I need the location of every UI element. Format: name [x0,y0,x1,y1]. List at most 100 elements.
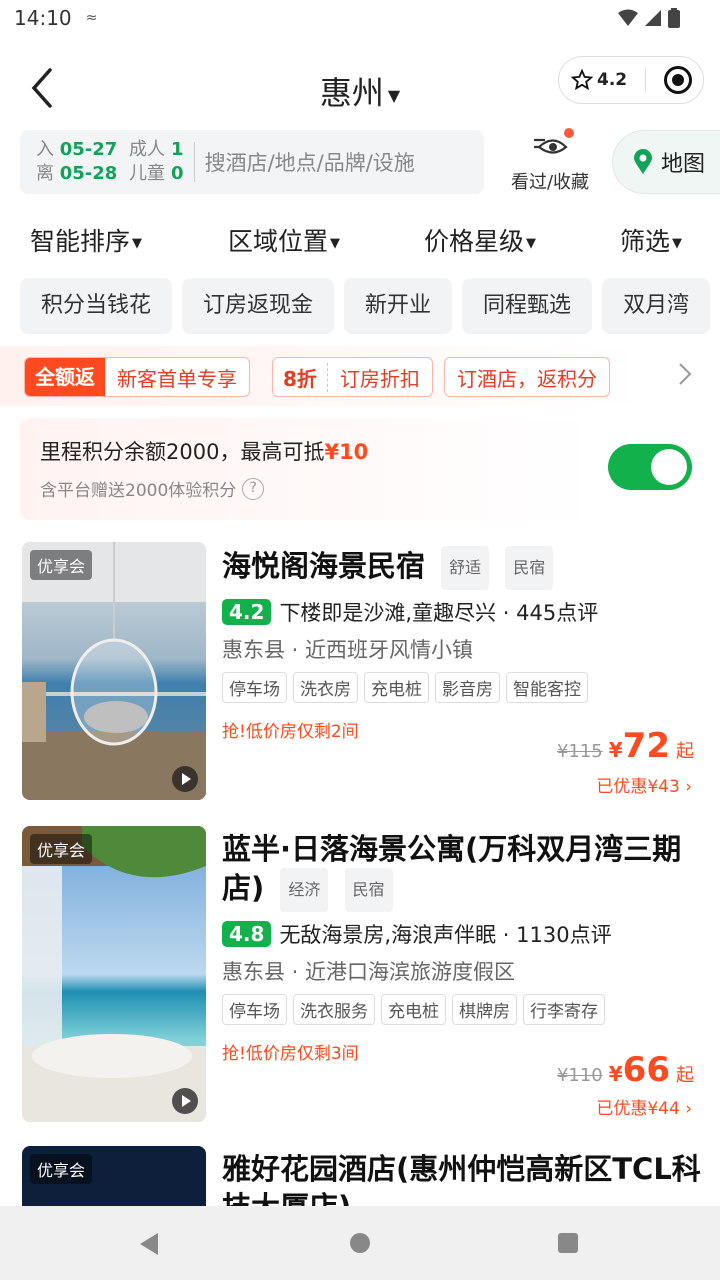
currency-symbol: ¥ [608,738,623,762]
amenity-list: 停车场 洗衣服务 充电桩 棋牌房 行李寄存 [222,994,702,1025]
caret-down-icon: ▼ [672,235,683,251]
amenity-tag: 停车场 [222,672,287,703]
hotel-info: 蓝半·日落海景公寓(万科双月湾三期店) 经济 民宿 4.8 无敌海景房,海浪声伴… [222,830,702,1064]
points-note: 含平台赠送2000体验积分? [40,476,265,501]
score-badge: 4.2 [222,599,272,625]
points-amount: ¥10 [324,440,369,464]
points-card: 里程积分余额2000，最高可抵¥10 含平台赠送2000体验积分? [20,418,700,520]
hotel-info: 雅好花园酒店(惠州仲恺高新区TCL科技大厦店) [222,1150,702,1206]
hotel-name-line: 蓝半·日落海景公寓(万科双月湾三期店) 经济 民宿 [222,830,702,912]
hotel-name: 海悦阁海景民宿 [222,549,426,583]
date-guest-selector[interactable]: 入 05-27 成人 1 离 05-28 儿童 0 [20,138,184,186]
vip-badge: 优享会 [30,1154,93,1184]
status-extra-icon: ≈ [85,10,98,26]
promo-points[interactable]: 订酒店，返积分 [444,357,610,397]
promo-full-refund-text: 新客首单专享 [117,366,237,391]
sort-smart[interactable]: 智能排序 ▼ [30,222,142,258]
promo-discount-text: 订房折扣 [339,366,420,391]
amenity-tag: 停车场 [222,994,287,1025]
sort-filter-label: 筛选 [620,227,671,256]
review-summary: 下楼即是沙滩,童趣尽兴 · 445点评 [279,601,599,625]
hotel-photo[interactable]: 优享会 [22,542,206,800]
hotel-location: 惠东县 · 近港口海滨旅游度假区 [222,960,516,984]
capsule-divider [645,68,647,92]
promo-full-refund-tag: 全额返 [25,358,105,396]
nav-back-icon[interactable] [138,1232,160,1256]
points-toggle[interactable] [608,444,692,490]
map-button[interactable]: 地图 [612,130,720,194]
target-icon[interactable] [664,66,693,94]
amenity-tag: 棋牌房 [452,994,517,1025]
wifi-icon [618,9,638,26]
sort-bar: 智能排序 ▼ 区域位置 ▼ 价格星级 ▼ 筛选 ▼ [0,214,720,266]
help-icon[interactable]: ? [242,477,265,500]
vip-badge: 优享会 [30,550,93,580]
sort-smart-label: 智能排序 [30,227,131,256]
price-from-label: 起 [676,741,694,762]
location-pin-icon [634,149,652,174]
price-from-label: 起 [676,1065,694,1086]
discount-link[interactable]: 已优惠¥43 › [596,772,692,797]
hotel-photo[interactable]: 优享会 [22,1146,206,1206]
price-value: 66 [622,1050,670,1090]
nav-recents-icon[interactable] [557,1232,579,1254]
adults-count: 1 [171,139,184,160]
points-balance-text: 里程积分余额2000，最高可抵 [40,440,325,464]
status-time: 14:10 [14,6,72,30]
sort-price-star[interactable]: 价格星级 ▼ [424,222,536,258]
sort-area-label: 区域位置 [228,227,329,256]
promo-points-text: 订酒店，返积分 [457,366,597,391]
chevron-right-icon[interactable] [678,362,692,386]
battery-icon [668,8,680,28]
chevron-right-icon: › [685,777,692,797]
points-note-text: 含平台赠送2000体验积分 [40,481,237,501]
hotel-image-balcony [22,542,206,800]
chip-points[interactable]: 积分当钱花 [20,278,173,334]
discount-link[interactable]: 已优惠¥44 › [596,1094,692,1119]
children-label: 儿童 [129,163,166,184]
current-price: ¥66 [609,1050,670,1090]
header: 惠州 ▼ 4.2 [0,52,720,124]
hotel-location: 惠东县 · 近西班牙风情小镇 [222,638,474,662]
search-box[interactable]: 入 05-27 成人 1 离 05-28 儿童 0 搜酒店/地点/品牌/设施 [20,130,484,194]
rating-line: 4.8 无敌海景房,海浪声伴眠 · 1130点评 [222,918,702,950]
amenity-tag: 充电桩 [381,994,446,1025]
chip-shuangyuewan[interactable]: 双月湾 [602,278,711,334]
hotel-name: 雅好花园酒店(惠州仲恺高新区TCL科技大厦店) [222,1152,701,1206]
review-summary: 无敌海景房,海浪声伴眠 · 1130点评 [279,923,612,947]
caret-down-icon: ▼ [526,235,537,251]
promo-full-refund[interactable]: 全额返 新客首单专享 [24,357,250,397]
chip-cashback[interactable]: 订房返现金 [182,278,335,334]
current-price: ¥72 [609,726,670,766]
discount-text: 已优惠¥43 [596,777,680,797]
caret-down-icon: ▼ [387,85,401,105]
favorite-button[interactable]: 4.2 [571,69,627,91]
chip-tongcheng-select[interactable]: 同程甄选 [462,278,593,334]
promo-banner[interactable]: 全额返 新客首单专享 8折 订房折扣 订酒店，返积分 [0,346,720,406]
nav-home-icon[interactable] [349,1232,371,1254]
checkin-label: 入 [36,139,54,160]
chip-new-open[interactable]: 新开业 [344,278,453,334]
history-favorites-button[interactable]: 看过/收藏 [504,128,596,196]
mini-program-capsule: 4.2 [558,56,704,104]
checkout-label: 离 [36,163,54,184]
sort-filter[interactable]: 筛选 ▼ [620,222,682,258]
play-video-icon[interactable] [172,1088,198,1114]
hotel-tag: 舒适 [441,546,490,590]
hotel-image-seaview [22,826,206,1122]
status-icons [618,8,680,28]
amenity-tag: 洗衣房 [293,672,358,703]
original-price: ¥110 [556,1065,603,1086]
status-bar: 14:10 ≈ [0,0,720,36]
points-balance: 里程积分余额2000，最高可抵¥10 [40,436,368,466]
hotel-photo[interactable]: 优享会 [22,826,206,1122]
amenity-tag: 洗衣服务 [293,994,375,1025]
hotel-card[interactable]: 优享会 雅好花园酒店(惠州仲恺高新区TCL科技大厦店) [0,1146,720,1206]
promo-discount[interactable]: 8折 订房折扣 [272,357,433,397]
play-video-icon[interactable] [172,766,198,792]
sort-area[interactable]: 区域位置 ▼ [228,222,340,258]
search-input[interactable]: 搜酒店/地点/品牌/设施 [205,147,415,177]
children-count: 0 [171,163,184,184]
chevron-right-icon: › [685,1099,692,1119]
map-label: 地图 [661,152,706,177]
